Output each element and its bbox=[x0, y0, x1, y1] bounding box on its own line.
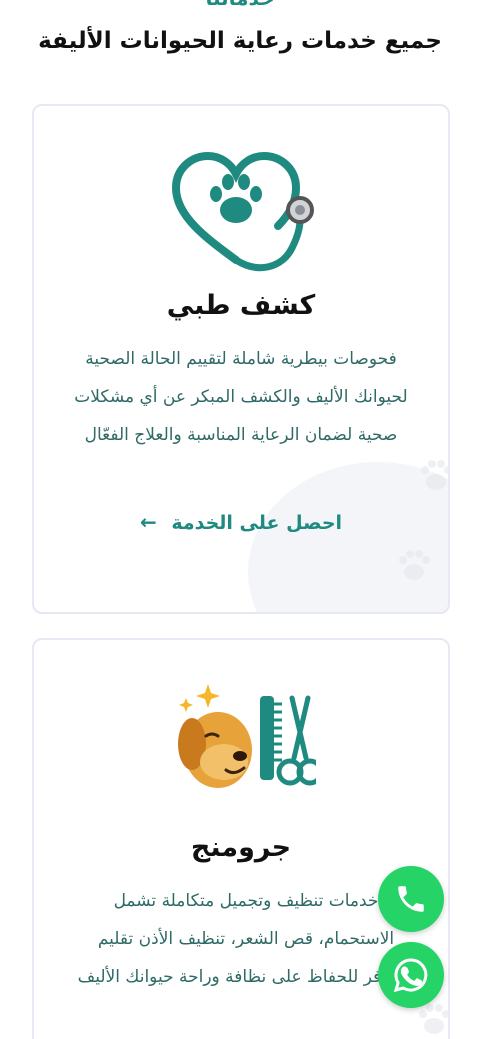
get-service-link[interactable]: احصل على الخدمة ← bbox=[34, 510, 448, 534]
service-description: فحوصات بيطرية شاملة لتقييم الحالة الصحية… bbox=[74, 349, 408, 445]
service-title: كشف طبي bbox=[166, 290, 316, 321]
phone-icon bbox=[398, 886, 424, 912]
arrow-left-icon: ← bbox=[139, 510, 157, 534]
stethoscope-heart-paw-icon bbox=[171, 151, 314, 272]
service-description: خدمات تنظيف وتجميل متكاملة تشمل الاستحما… bbox=[77, 891, 415, 987]
dog-grooming-comb-scissors-icon bbox=[178, 684, 316, 788]
section-eyebrow: خدماتنا bbox=[0, 0, 480, 10]
service-card-medical-checkup[interactable]: كشف طبي فحوصات بيطرية شاملة لتقييم الحال… bbox=[32, 104, 450, 614]
whatsapp-icon bbox=[393, 958, 428, 993]
cta-label: احصل على الخدمة bbox=[171, 512, 343, 534]
section-title: جميع خدمات رعاية الحيوانات الأليفة bbox=[38, 28, 442, 54]
paw-watermark-icon bbox=[399, 550, 430, 580]
call-button[interactable] bbox=[378, 866, 444, 932]
services-page: خدماتنا جميع خدمات رعاية الحيوانات الألي… bbox=[0, 0, 480, 1039]
paw-watermark-icon bbox=[421, 460, 448, 490]
service-title: جرومنج bbox=[190, 832, 292, 863]
whatsapp-button[interactable] bbox=[378, 942, 444, 1008]
